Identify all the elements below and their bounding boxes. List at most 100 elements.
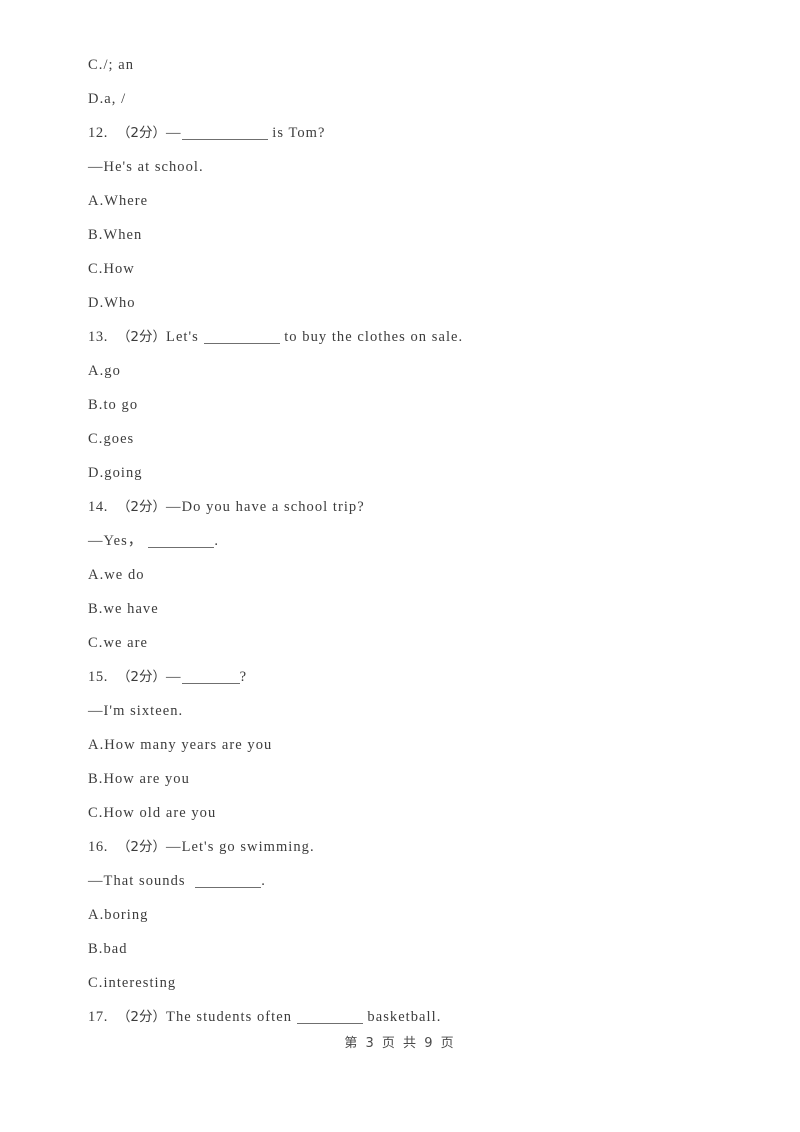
option-marker: C (88, 261, 99, 277)
question-text-post: is Tom? (267, 125, 326, 141)
dialogue-text: —He's at school. (88, 159, 204, 175)
option-text: Where (104, 193, 149, 209)
fill-in-blank[interactable] (181, 126, 268, 140)
fill-in-blank[interactable] (296, 1010, 363, 1024)
answer-option: C.How (88, 252, 728, 286)
question-text-pre: — (166, 669, 182, 685)
option-marker: B (88, 227, 99, 243)
dialogue-text: —I'm sixteen. (88, 703, 184, 719)
question-number: 17. (88, 1009, 108, 1025)
question-score: （2分） (116, 499, 167, 515)
option-text: interesting (103, 975, 177, 991)
answer-prompt-pre: —That sounds (88, 873, 191, 889)
answer-option: A.go (88, 354, 728, 388)
question-number: 14. (88, 499, 108, 515)
answer-option: C.How old are you (88, 796, 728, 830)
option-text: going (104, 465, 143, 481)
question-line: 16. （2分）—Let's go swimming. (88, 830, 728, 864)
option-marker: B (88, 601, 99, 617)
option-marker: B (88, 941, 99, 957)
option-marker: C (88, 635, 99, 651)
question-score: （2分） (116, 329, 167, 345)
question-text-post: basketball. (362, 1009, 442, 1025)
question-number: 13. (88, 329, 108, 345)
option-text: bad (103, 941, 128, 957)
answer-option: A.we do (88, 558, 728, 592)
question-text-pre: —Let's go swimming. (166, 839, 315, 855)
answer-prompt-pre: —Yes， (88, 533, 144, 549)
answer-option: C./; an (88, 48, 728, 82)
option-text: How (103, 261, 135, 277)
answer-option: A.How many years are you (88, 728, 728, 762)
answer-option: C.goes (88, 422, 728, 456)
option-marker: C (88, 805, 99, 821)
document-page: C./; an D.a, /12. （2分）— is Tom? —He's at sc… (0, 0, 800, 1132)
answer-prompt-line: —That sounds . (88, 864, 728, 898)
question-text-pre: —Do you have a school trip? (166, 499, 365, 515)
question-number: 16. (88, 839, 108, 855)
page-footer: 第 3 页 共 9 页 (344, 1036, 456, 1051)
answer-option: D.a, / (88, 82, 728, 116)
dialogue-line: —I'm sixteen. (88, 694, 728, 728)
option-marker: C (88, 975, 99, 991)
question-score: （2分） (116, 1009, 167, 1025)
answer-option: C.we are (88, 626, 728, 660)
option-marker: A (88, 737, 100, 753)
question-number: 12. (88, 125, 108, 141)
option-text: to go (103, 397, 139, 413)
answer-option: C.interesting (88, 966, 728, 1000)
option-text: /; an (103, 57, 135, 73)
fill-in-blank[interactable] (203, 330, 280, 344)
option-marker: A (88, 193, 100, 209)
question-text-pre: — (166, 125, 182, 141)
option-marker: A (88, 363, 100, 379)
option-text: goes (103, 431, 135, 447)
option-text: How are you (103, 771, 190, 787)
option-marker: A (88, 907, 100, 923)
question-line: 12. （2分）— is Tom? (88, 116, 728, 150)
answer-option: A.Where (88, 184, 728, 218)
answer-option: D.going (88, 456, 728, 490)
question-score: （2分） (116, 669, 167, 685)
option-text: we are (103, 635, 149, 651)
question-text-pre: Let's (166, 329, 204, 345)
answer-option: B.we have (88, 592, 728, 626)
question-line: 15. （2分）—? (88, 660, 728, 694)
answer-option: A.boring (88, 898, 728, 932)
question-text-post: to buy the clothes on sale. (279, 329, 464, 345)
answer-option: B.When (88, 218, 728, 252)
answer-prompt-post: . (261, 873, 266, 889)
fill-in-blank[interactable] (148, 534, 215, 548)
option-marker: D (88, 295, 100, 311)
option-text: a, / (104, 91, 127, 107)
option-text: How old are you (103, 805, 217, 821)
answer-option: B.How are you (88, 762, 728, 796)
option-marker: C (88, 57, 99, 73)
option-marker: D (88, 465, 100, 481)
option-marker: B (88, 771, 99, 787)
question-line: 14. （2分）—Do you have a school trip? (88, 490, 728, 524)
question-text-post: ? (239, 669, 248, 685)
option-text: How many years are you (104, 737, 273, 753)
option-marker: D (88, 91, 100, 107)
question-score: （2分） (116, 839, 167, 855)
question-number: 15. (88, 669, 108, 685)
answer-option: B.bad (88, 932, 728, 966)
option-marker: A (88, 567, 100, 583)
question-score: （2分） (116, 125, 167, 141)
answer-prompt-post: . (214, 533, 220, 549)
question-text-pre: The students often (166, 1009, 297, 1025)
option-text: we do (104, 567, 145, 583)
option-text: Who (104, 295, 136, 311)
fill-in-blank[interactable] (181, 670, 240, 684)
fill-in-blank[interactable] (195, 874, 262, 888)
answer-prompt-line: —Yes，. (88, 524, 728, 558)
option-text: go (104, 363, 121, 379)
option-text: boring (104, 907, 149, 923)
option-text: When (103, 227, 143, 243)
question-line: 13. （2分）Let's to buy the clothes on sale. (88, 320, 728, 354)
question-list: C./; an D.a, /12. （2分）— is Tom? —He's at sc… (88, 48, 728, 1034)
option-marker: B (88, 397, 99, 413)
option-marker: C (88, 431, 99, 447)
dialogue-line: —He's at school. (88, 150, 728, 184)
